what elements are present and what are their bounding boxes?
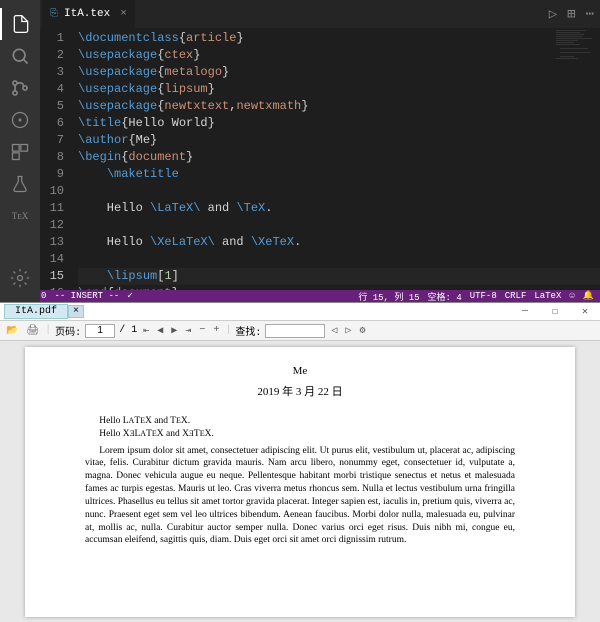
status-encoding[interactable]: UTF-8 [470,291,497,301]
status-check[interactable]: ✓ [127,291,132,301]
tex-file-icon: ⎘ [50,8,58,20]
nav-next-icon[interactable]: ▶ [169,325,179,337]
find-next-icon[interactable]: ▷ [343,325,353,337]
activity-bar: TEX [0,0,40,302]
more-icon[interactable]: ⋯ [586,6,594,23]
page-total: / 1 [119,325,137,336]
flask-icon[interactable] [0,168,40,200]
status-eol[interactable]: CRLF [505,291,527,301]
status-bar: ⊗ 0 ⚠ 0 -- INSERT -- ✓ 行 15, 列 15 空格: 4 … [0,290,600,302]
print-icon[interactable]: 🖨 [24,325,41,337]
search-icon[interactable] [0,40,40,72]
window-close-icon[interactable]: ✕ [570,306,600,318]
extensions-icon[interactable] [0,136,40,168]
settings-gear-icon[interactable] [0,262,40,294]
run-icon[interactable]: ▷ [549,6,557,23]
viewer-toolbar: 📂 🖨 | 页码: / 1 ⇤ ◀ ▶ ⇥ − + | 查找: ◁ ▷ ⚙ [0,321,600,341]
code-content[interactable]: \documentclass{article}\usepackage{ctex}… [78,28,600,290]
status-cursor[interactable]: 行 15, 列 15 [358,290,419,303]
maximize-icon[interactable]: ☐ [540,306,570,318]
pdf-date: 2019 年 3 月 22 日 [85,383,515,399]
page-label: 页码: [55,323,81,339]
tab-filename: ItA.tex [64,8,110,20]
status-lang[interactable]: LaTeX [534,291,561,301]
pdf-line-xelatex: Hello XƎLATEX and XƎTEX. [85,428,515,441]
find-prev-icon[interactable]: ◁ [329,325,339,337]
open-file-icon[interactable]: 📂 [4,325,20,337]
page-number-input[interactable] [85,324,115,338]
pdf-viewer: ItA.pdf × — ☐ ✕ 📂 🖨 | 页码: / 1 ⇤ ◀ ▶ ⇥ − … [0,302,600,622]
close-icon[interactable]: × [120,8,127,20]
viewer-tab[interactable]: ItA.pdf [4,304,68,319]
editor-actions: ▷ ⊞ ⋯ [549,6,594,23]
status-mode: -- INSERT -- [54,291,119,301]
code-editor[interactable]: 12345678910111213141516 \documentclass{a… [40,28,600,290]
nav-first-icon[interactable]: ⇤ [141,325,151,337]
explorer-icon[interactable] [0,8,40,40]
zoom-out-icon[interactable]: − [197,325,207,336]
status-feedback[interactable]: ☺ [569,291,574,301]
minimap[interactable] [552,28,600,290]
viewer-tab-name: ItA.pdf [15,306,57,317]
tex-icon[interactable]: TEX [0,200,40,232]
line-gutter: 12345678910111213141516 [40,28,78,290]
split-icon[interactable]: ⊞ [567,6,575,23]
viewer-titlebar: ItA.pdf × — ☐ ✕ [0,303,600,321]
pdf-lipsum: Lorem ipsum dolor sit amet, consectetuer… [85,445,515,548]
zoom-in-icon[interactable]: + [211,325,221,336]
pdf-author: Me [85,365,515,377]
pdf-line-latex: Hello LATEX and TEX. [85,415,515,428]
search-label: 查找: [235,323,261,339]
tab-bar: ⎘ ItA.tex × ▷ ⊞ ⋯ [40,0,600,28]
nav-prev-icon[interactable]: ◀ [155,325,165,337]
find-opts-icon[interactable]: ⚙ [357,325,367,337]
tab-active[interactable]: ⎘ ItA.tex × [42,0,135,28]
nav-last-icon[interactable]: ⇥ [183,325,193,337]
pdf-page: Me 2019 年 3 月 22 日 Hello LATEX and TEX. … [25,347,575,617]
debug-icon[interactable] [0,104,40,136]
viewer-tab-close[interactable]: × [68,305,84,318]
minimize-icon[interactable]: — [510,306,540,318]
search-input[interactable] [265,324,325,338]
status-bell[interactable]: 🔔 [583,291,594,301]
status-spaces[interactable]: 空格: 4 [428,290,462,303]
source-control-icon[interactable] [0,72,40,104]
